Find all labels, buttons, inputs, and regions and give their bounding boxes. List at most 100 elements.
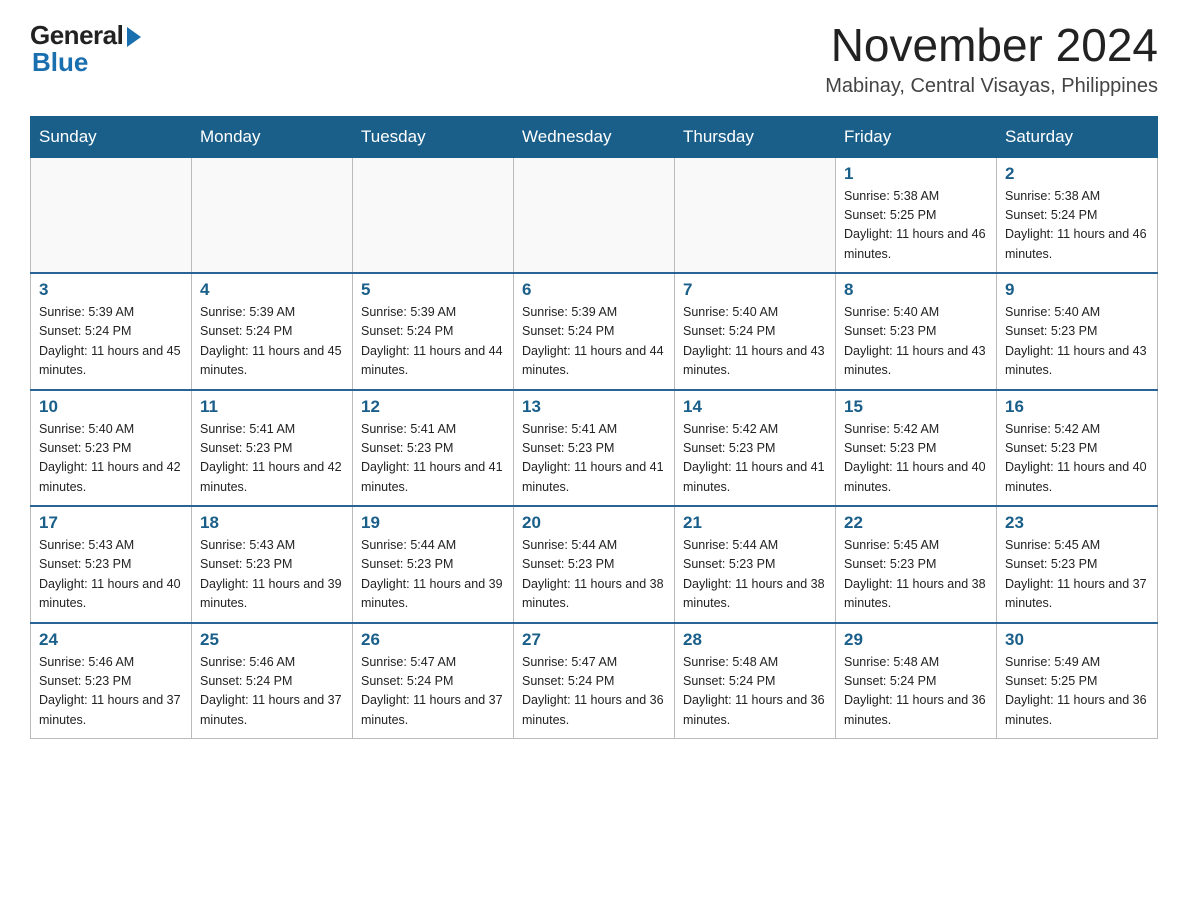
day-info: Sunrise: 5:42 AMSunset: 5:23 PMDaylight:… <box>844 420 988 498</box>
title-block: November 2024 Mabinay, Central Visayas, … <box>825 20 1158 98</box>
day-info: Sunrise: 5:44 AMSunset: 5:23 PMDaylight:… <box>683 536 827 614</box>
day-number: 7 <box>683 280 827 300</box>
day-number: 10 <box>39 397 183 417</box>
weekday-header-monday: Monday <box>192 116 353 157</box>
calendar-cell: 28Sunrise: 5:48 AMSunset: 5:24 PMDayligh… <box>675 623 836 739</box>
page-header: General Blue November 2024 Mabinay, Cent… <box>30 20 1158 98</box>
weekday-header-friday: Friday <box>836 116 997 157</box>
calendar-cell: 14 Sunrise: 5:42 AMSunset: 5:23 PMDayligh… <box>675 390 836 507</box>
logo-blue-text: Blue <box>32 47 88 78</box>
calendar-cell: 4 Sunrise: 5:39 AMSunset: 5:24 PMDaylight… <box>192 273 353 390</box>
calendar-cell: 20 Sunrise: 5:44 AMSunset: 5:23 PMDayligh… <box>514 506 675 623</box>
day-info: Sunrise: 5:47 AMSunset: 5:24 PMDaylight:… <box>361 653 505 731</box>
calendar-cell: 30Sunrise: 5:49 AMSunset: 5:25 PMDayligh… <box>997 623 1158 739</box>
weekday-header-wednesday: Wednesday <box>514 116 675 157</box>
day-number: 13 <box>522 397 666 417</box>
day-info: Sunrise: 5:47 AMSunset: 5:24 PMDaylight:… <box>522 653 666 731</box>
calendar-cell: 24Sunrise: 5:46 AMSunset: 5:23 PMDayligh… <box>31 623 192 739</box>
day-info: Sunrise: 5:40 AMSunset: 5:23 PMDaylight:… <box>844 303 988 381</box>
calendar-cell: 26 Sunrise: 5:47 AMSunset: 5:24 PMDayligh… <box>353 623 514 739</box>
day-number: 9 <box>1005 280 1149 300</box>
calendar-cell: 29 Sunrise: 5:48 AMSunset: 5:24 PMDayligh… <box>836 623 997 739</box>
day-number: 4 <box>200 280 344 300</box>
weekday-header-thursday: Thursday <box>675 116 836 157</box>
calendar-cell: 10 Sunrise: 5:40 AMSunset: 5:23 PMDayligh… <box>31 390 192 507</box>
day-number: 12 <box>361 397 505 417</box>
calendar-cell: 22 Sunrise: 5:45 AMSunset: 5:23 PMDayligh… <box>836 506 997 623</box>
calendar-cell: 9Sunrise: 5:40 AMSunset: 5:23 PMDaylight… <box>997 273 1158 390</box>
calendar-cell: 21 Sunrise: 5:44 AMSunset: 5:23 PMDayligh… <box>675 506 836 623</box>
calendar-week-row: 10 Sunrise: 5:40 AMSunset: 5:23 PMDayligh… <box>31 390 1158 507</box>
day-number: 22 <box>844 513 988 533</box>
day-info: Sunrise: 5:40 AMSunset: 5:24 PMDaylight:… <box>683 303 827 381</box>
day-info: Sunrise: 5:41 AMSunset: 5:23 PMDaylight:… <box>522 420 666 498</box>
day-info: Sunrise: 5:45 AMSunset: 5:23 PMDaylight:… <box>844 536 988 614</box>
calendar-cell: 15Sunrise: 5:42 AMSunset: 5:23 PMDayligh… <box>836 390 997 507</box>
calendar-cell: 2Sunrise: 5:38 AMSunset: 5:24 PMDaylight… <box>997 157 1158 273</box>
calendar-cell: 17 Sunrise: 5:43 AMSunset: 5:23 PMDayligh… <box>31 506 192 623</box>
day-info: Sunrise: 5:39 AMSunset: 5:24 PMDaylight:… <box>200 303 344 381</box>
calendar-cell: 8 Sunrise: 5:40 AMSunset: 5:23 PMDaylight… <box>836 273 997 390</box>
day-number: 3 <box>39 280 183 300</box>
day-number: 20 <box>522 513 666 533</box>
day-info: Sunrise: 5:46 AMSunset: 5:24 PMDaylight:… <box>200 653 344 731</box>
calendar-cell <box>675 157 836 273</box>
calendar-cell: 13 Sunrise: 5:41 AMSunset: 5:23 PMDayligh… <box>514 390 675 507</box>
day-info: Sunrise: 5:48 AMSunset: 5:24 PMDaylight:… <box>844 653 988 731</box>
day-number: 17 <box>39 513 183 533</box>
day-number: 27 <box>522 630 666 650</box>
day-info: Sunrise: 5:44 AMSunset: 5:23 PMDaylight:… <box>522 536 666 614</box>
day-info: Sunrise: 5:41 AMSunset: 5:23 PMDaylight:… <box>361 420 505 498</box>
day-info: Sunrise: 5:42 AMSunset: 5:23 PMDaylight:… <box>683 420 827 498</box>
day-info: Sunrise: 5:40 AMSunset: 5:23 PMDaylight:… <box>39 420 183 498</box>
day-number: 23 <box>1005 513 1149 533</box>
day-number: 11 <box>200 397 344 417</box>
calendar-cell: 7 Sunrise: 5:40 AMSunset: 5:24 PMDaylight… <box>675 273 836 390</box>
day-number: 6 <box>522 280 666 300</box>
logo: General Blue <box>30 20 141 78</box>
calendar-cell <box>514 157 675 273</box>
day-number: 1 <box>844 164 988 184</box>
day-number: 21 <box>683 513 827 533</box>
day-number: 26 <box>361 630 505 650</box>
day-info: Sunrise: 5:44 AMSunset: 5:23 PMDaylight:… <box>361 536 505 614</box>
weekday-header-row: SundayMondayTuesdayWednesdayThursdayFrid… <box>31 116 1158 157</box>
weekday-header-sunday: Sunday <box>31 116 192 157</box>
day-info: Sunrise: 5:39 AMSunset: 5:24 PMDaylight:… <box>39 303 183 381</box>
calendar-cell: 19Sunrise: 5:44 AMSunset: 5:23 PMDayligh… <box>353 506 514 623</box>
day-info: Sunrise: 5:45 AMSunset: 5:23 PMDaylight:… <box>1005 536 1149 614</box>
calendar-cell: 1 Sunrise: 5:38 AMSunset: 5:25 PMDaylight… <box>836 157 997 273</box>
day-number: 16 <box>1005 397 1149 417</box>
calendar-cell: 18 Sunrise: 5:43 AMSunset: 5:23 PMDayligh… <box>192 506 353 623</box>
day-info: Sunrise: 5:43 AMSunset: 5:23 PMDaylight:… <box>39 536 183 614</box>
day-number: 29 <box>844 630 988 650</box>
day-info: Sunrise: 5:41 AMSunset: 5:23 PMDaylight:… <box>200 420 344 498</box>
day-info: Sunrise: 5:43 AMSunset: 5:23 PMDaylight:… <box>200 536 344 614</box>
day-number: 8 <box>844 280 988 300</box>
logo-arrow-icon <box>127 27 141 47</box>
location-subtitle: Mabinay, Central Visayas, Philippines <box>825 75 1158 98</box>
day-info: Sunrise: 5:39 AMSunset: 5:24 PMDaylight:… <box>522 303 666 381</box>
calendar-cell <box>192 157 353 273</box>
calendar-cell: 25 Sunrise: 5:46 AMSunset: 5:24 PMDayligh… <box>192 623 353 739</box>
day-number: 14 <box>683 397 827 417</box>
calendar-cell: 12 Sunrise: 5:41 AMSunset: 5:23 PMDayligh… <box>353 390 514 507</box>
day-number: 18 <box>200 513 344 533</box>
day-number: 25 <box>200 630 344 650</box>
calendar-cell: 16 Sunrise: 5:42 AMSunset: 5:23 PMDayligh… <box>997 390 1158 507</box>
calendar-cell <box>31 157 192 273</box>
calendar-cell: 27 Sunrise: 5:47 AMSunset: 5:24 PMDayligh… <box>514 623 675 739</box>
calendar-cell: 5Sunrise: 5:39 AMSunset: 5:24 PMDaylight… <box>353 273 514 390</box>
calendar-cell: 6 Sunrise: 5:39 AMSunset: 5:24 PMDaylight… <box>514 273 675 390</box>
weekday-header-tuesday: Tuesday <box>353 116 514 157</box>
calendar-week-row: 24Sunrise: 5:46 AMSunset: 5:23 PMDayligh… <box>31 623 1158 739</box>
day-info: Sunrise: 5:38 AMSunset: 5:25 PMDaylight:… <box>844 187 988 265</box>
calendar-cell: 11 Sunrise: 5:41 AMSunset: 5:23 PMDayligh… <box>192 390 353 507</box>
month-year-title: November 2024 <box>825 20 1158 71</box>
calendar-table: SundayMondayTuesdayWednesdayThursdayFrid… <box>30 116 1158 740</box>
calendar-week-row: 3 Sunrise: 5:39 AMSunset: 5:24 PMDaylight… <box>31 273 1158 390</box>
day-number: 28 <box>683 630 827 650</box>
day-info: Sunrise: 5:42 AMSunset: 5:23 PMDaylight:… <box>1005 420 1149 498</box>
weekday-header-saturday: Saturday <box>997 116 1158 157</box>
calendar-cell: 3 Sunrise: 5:39 AMSunset: 5:24 PMDaylight… <box>31 273 192 390</box>
